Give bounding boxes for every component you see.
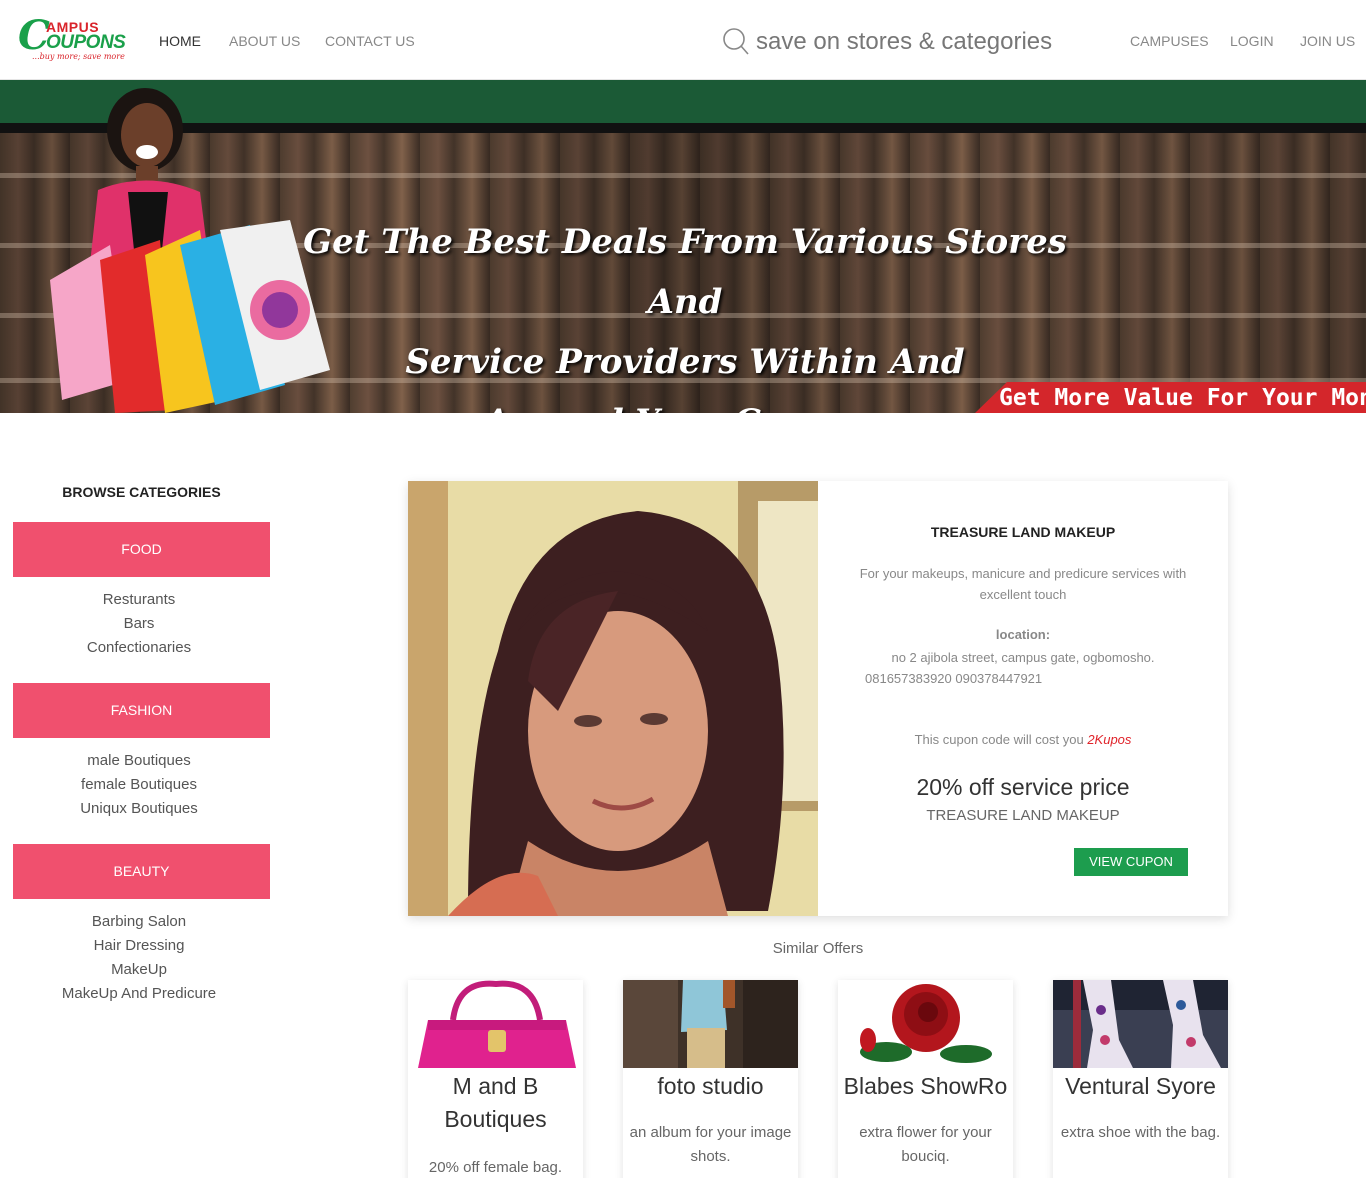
nav-home[interactable]: HOME <box>159 33 201 49</box>
offer-description: 20% off female bag. <box>428 1159 563 1176</box>
offer-description: extra flower for your bouciq. <box>859 1124 992 1165</box>
offer-title: M and B Boutiques <box>444 1073 547 1132</box>
featured-store-photo <box>408 481 818 916</box>
offer-title: Ventural Syore <box>1065 1073 1216 1099</box>
coupon-cost-prefix: This cupon code will cost you <box>914 732 1084 747</box>
hero-ribbon-text: Get More Value For Your Money <box>999 385 1366 411</box>
category-item-bars[interactable]: Bars <box>13 615 265 633</box>
category-fashion-button[interactable]: FASHION <box>13 683 270 738</box>
featured-store-title: TREASURE LAND MAKEUP <box>930 524 1116 540</box>
coupon-cost-value: 2Kupos <box>1087 732 1132 747</box>
featured-coupon-details: TREASURE LAND MAKEUP For your makeups, m… <box>818 481 1228 916</box>
store-phone-numbers: 081657383920 090378447921 <box>865 671 1043 686</box>
nav-join-us[interactable]: JOIN US <box>1300 33 1355 49</box>
hero-headline-line-3: Around Your Campus <box>270 392 1100 413</box>
hero-headline-line-1: Get The Best Deals From Various Stores A… <box>303 222 1067 322</box>
hero-ribbon: Get More Value For Your Money <box>975 382 1366 413</box>
pink-handbag-image <box>408 980 583 1068</box>
category-item-male-boutiques[interactable]: male Boutiques <box>13 752 265 770</box>
hero-headline-line-2: Service Providers Within And <box>405 342 965 382</box>
nav-login[interactable]: LOGIN <box>1230 33 1274 49</box>
offer-card-blabes-showro[interactable]: Blabes ShowRo extra flower for your bouc… <box>838 980 1013 1178</box>
coupon-cost: This cupon code will cost you 2Kupos <box>818 731 1228 749</box>
top-navbar: C AMPUS OUPONS ...buy more; save more HO… <box>0 0 1366 80</box>
offer-title: Blabes ShowRo <box>843 1073 1008 1099</box>
similar-offers-title: Similar Offers <box>772 940 864 957</box>
nav-contact-us[interactable]: CONTACT US <box>325 33 415 49</box>
offer-card-foto-studio[interactable]: foto studio an album for your image shot… <box>623 980 798 1178</box>
offer-description: extra shoe with the bag. <box>1060 1124 1221 1141</box>
red-rose-image <box>838 980 1013 1068</box>
floral-heels-image <box>1053 980 1228 1068</box>
category-item-hair-dressing[interactable]: Hair Dressing <box>13 937 265 955</box>
category-item-female-boutiques[interactable]: female Boutiques <box>13 776 265 794</box>
featured-coupon-card: TREASURE LAND MAKEUP For your makeups, m… <box>408 481 1228 916</box>
category-item-makeup-and-predicure[interactable]: MakeUp And Predicure <box>13 985 265 1003</box>
photo-studio-image <box>623 980 798 1068</box>
category-food-button[interactable]: FOOD <box>13 522 270 577</box>
category-item-uniqux-boutiques[interactable]: Uniqux Boutiques <box>13 800 265 818</box>
search-input[interactable]: save on stores & categories <box>756 28 1052 56</box>
featured-offer-headline: 20% off service price <box>916 774 1130 800</box>
location-label: location: <box>995 627 1051 642</box>
search-icon <box>723 28 749 55</box>
offer-card-m-and-b-boutiques[interactable]: M and B Boutiques 20% off female bag. <box>408 980 583 1178</box>
category-item-resturants[interactable]: Resturants <box>13 591 265 609</box>
category-item-confectionaries[interactable]: Confectionaries <box>13 639 265 657</box>
hero-banner: Get The Best Deals From Various Stores A… <box>0 80 1366 413</box>
hero-headline: Get The Best Deals From Various Stores A… <box>270 212 1100 413</box>
featured-offer-store: TREASURE LAND MAKEUP <box>926 807 1120 824</box>
category-beauty-button[interactable]: BEAUTY <box>13 844 270 899</box>
category-item-makeup[interactable]: MakeUp <box>13 961 265 979</box>
view-cupon-button[interactable]: VIEW CUPON <box>1074 848 1188 876</box>
offer-title: foto studio <box>657 1073 764 1099</box>
nav-campuses[interactable]: CAMPUSES <box>1130 33 1209 49</box>
offer-card-ventural-syore[interactable]: Ventural Syore extra shoe with the bag. <box>1053 980 1228 1178</box>
location-address: no 2 ajibola street, campus gate, ogbomo… <box>891 650 1155 665</box>
nav-about-us[interactable]: ABOUT US <box>229 33 300 49</box>
campus-coupons-logo[interactable]: C AMPUS OUPONS ...buy more; save more <box>18 14 130 64</box>
browse-categories-title: BROWSE CATEGORIES <box>62 484 221 500</box>
logo-oupons: OUPONS <box>46 32 126 53</box>
logo-tagline: ...buy more; save more <box>32 52 125 61</box>
offer-description: an album for your image shots. <box>629 1124 792 1165</box>
category-item-barbing-salon[interactable]: Barbing Salon <box>13 913 265 931</box>
featured-store-description: For your makeups, manicure and predicure… <box>859 566 1187 602</box>
